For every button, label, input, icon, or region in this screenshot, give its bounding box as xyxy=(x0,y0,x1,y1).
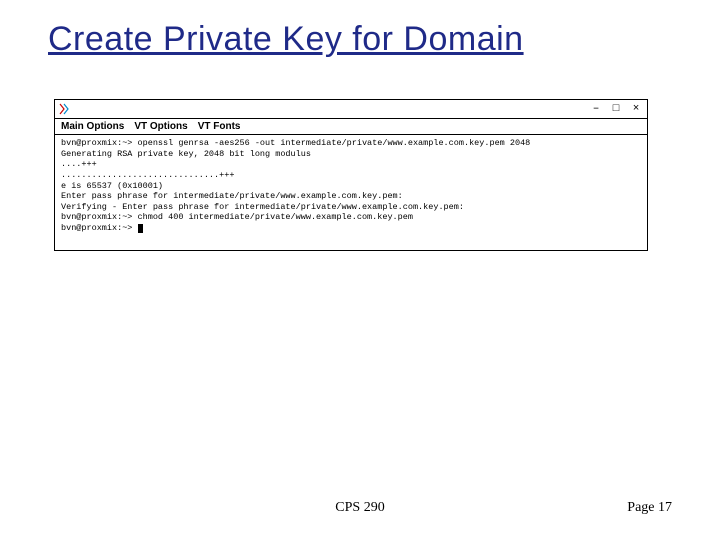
terminal-line: Generating RSA private key, 2048 bit lon… xyxy=(61,149,311,159)
terminal-line: ....+++ xyxy=(61,159,97,169)
menu-vt-options[interactable]: VT Options xyxy=(134,121,187,132)
menu-main-options[interactable]: Main Options xyxy=(61,121,124,132)
menu-vt-fonts[interactable]: VT Fonts xyxy=(198,121,241,132)
close-button[interactable]: × xyxy=(629,102,643,116)
xterm-icon xyxy=(59,103,71,115)
window-titlebar: – □ × xyxy=(55,100,647,119)
terminal-line: bvn@proxmix:~> xyxy=(61,223,138,233)
terminal-output: bvn@proxmix:~> openssl genrsa -aes256 -o… xyxy=(55,135,647,250)
terminal-line: Verifying - Enter pass phrase for interm… xyxy=(61,202,464,212)
minimize-button[interactable]: – xyxy=(589,102,603,116)
slide-footer: CPS 290 Page 17 xyxy=(48,500,672,516)
slide: Create Private Key for Domain – □ × Main… xyxy=(0,0,720,540)
cursor-icon xyxy=(138,224,143,233)
terminal-line: ...............................+++ xyxy=(61,170,234,180)
terminal-line: bvn@proxmix:~> openssl genrsa -aes256 -o… xyxy=(61,138,530,148)
terminal-line: Enter pass phrase for intermediate/priva… xyxy=(61,191,403,201)
terminal-line: bvn@proxmix:~> chmod 400 intermediate/pr… xyxy=(61,212,413,222)
xterm-window: – □ × Main Options VT Options VT Fonts b… xyxy=(54,99,648,251)
footer-course: CPS 290 xyxy=(48,500,672,516)
terminal-line: e is 65537 (0x10001) xyxy=(61,181,163,191)
window-menubar: Main Options VT Options VT Fonts xyxy=(55,119,647,135)
maximize-button[interactable]: □ xyxy=(609,102,623,116)
page-title: Create Private Key for Domain xyxy=(48,20,672,59)
